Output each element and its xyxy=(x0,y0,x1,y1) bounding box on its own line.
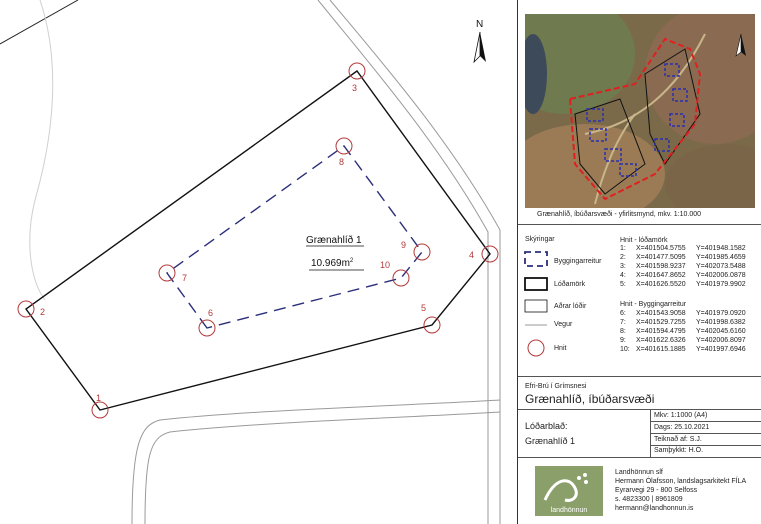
scale-text: Mkv: 1:1000 (A4) xyxy=(654,412,708,419)
terrain-line xyxy=(29,0,54,301)
company-line-1: Landhönnun slf xyxy=(615,469,663,476)
point-8-label: 8 xyxy=(339,157,344,167)
legend-parcel-label: Lóðamörk xyxy=(554,281,586,288)
road-bottom-inner xyxy=(144,411,501,524)
parcel-name: Grænahlíð 1 xyxy=(306,234,362,246)
coords-parcel-list: 1: X=401504.5755 Y=401948.1582 2: X=401477.… xyxy=(620,245,746,288)
site-map: 1 2 3 4 5 6 7 8 9 10 Grænahlíð 1 10.969m… xyxy=(0,0,501,524)
north-label: N xyxy=(476,19,483,30)
legend-symbols xyxy=(524,251,548,357)
north-arrow-icon xyxy=(473,31,486,64)
legend-building-area-label: Byggingarreitur xyxy=(554,258,602,265)
company-line-5: hermann@landhonnun.is xyxy=(615,505,694,512)
coordinate-points xyxy=(17,62,499,419)
point-10-circle xyxy=(392,269,410,287)
sheet-value: Grænahlíð 1 xyxy=(525,436,576,446)
coords-building-list: 6: X=401543.9058 Y=401979.0920 7: X=401529.… xyxy=(620,310,746,353)
sheet-label: Lóðarblað: xyxy=(525,421,568,431)
point-10-label: 10 xyxy=(380,260,390,270)
overview-aerial-map xyxy=(525,14,755,208)
logo-text: landhönnun xyxy=(550,507,588,514)
point-1-label: 1 xyxy=(96,393,101,403)
company-line-2: Hermann Ólafsson, landslagsarkitekt FÍLA xyxy=(615,478,747,485)
legend-points-label: Hnit xyxy=(554,345,567,352)
company-line-4: s. 4823300 | 8961809 xyxy=(615,496,683,503)
point-9-label: 9 xyxy=(401,240,406,250)
coords-building-title: Hnit - Byggingarreitur xyxy=(620,301,687,308)
neighbor-parcel-line xyxy=(0,0,79,45)
legend-title: Skýringar xyxy=(525,236,555,243)
title-block-panel: Grænahlíð, íbúðarsvæði - yfirlitsmynd, m… xyxy=(517,0,761,524)
legend-other-parcels-symbol xyxy=(524,299,548,313)
point-9-circle xyxy=(413,243,431,261)
company-logo: landhönnun xyxy=(535,466,603,516)
project-location: Efri-Brú í Grímsnesi xyxy=(525,383,587,390)
legend-building-area-symbol xyxy=(524,251,548,267)
date-text: Dags: 25.10.2021 xyxy=(654,424,710,431)
legend-road-label: Vegur xyxy=(554,321,573,328)
parcel-boundary xyxy=(25,70,491,411)
overview-caption: Grænahlíð, íbúðarsvæði - yfirlitsmynd, m… xyxy=(537,211,702,218)
drawn-by-text: Teiknað af: S.J. xyxy=(654,436,702,443)
point-5-label: 5 xyxy=(421,303,426,313)
point-6-label: 6 xyxy=(208,308,213,318)
point-4-label: 4 xyxy=(469,250,474,260)
legend-points-symbol xyxy=(527,339,545,357)
building-area-boundary xyxy=(166,145,423,329)
parcel-area: 10.969m2 xyxy=(311,258,354,269)
point-7-label: 7 xyxy=(182,273,187,283)
point-3-label: 3 xyxy=(352,83,357,93)
legend-parcel-symbol xyxy=(524,277,548,291)
road-bottom-outer xyxy=(131,399,501,524)
approved-by-text: Samþykkt: H.Ó. xyxy=(654,447,704,454)
company-line-3: Eyrarvegi 29 - 800 Selfoss xyxy=(615,487,698,494)
project-name: Grænahlíð, íbúðarsvæði xyxy=(525,392,655,406)
coords-parcel-title: Hnit - lóðamörk xyxy=(620,237,668,244)
legend-other-parcels-label: Aðrar lóðir xyxy=(554,303,587,310)
point-2-label: 2 xyxy=(40,307,45,317)
